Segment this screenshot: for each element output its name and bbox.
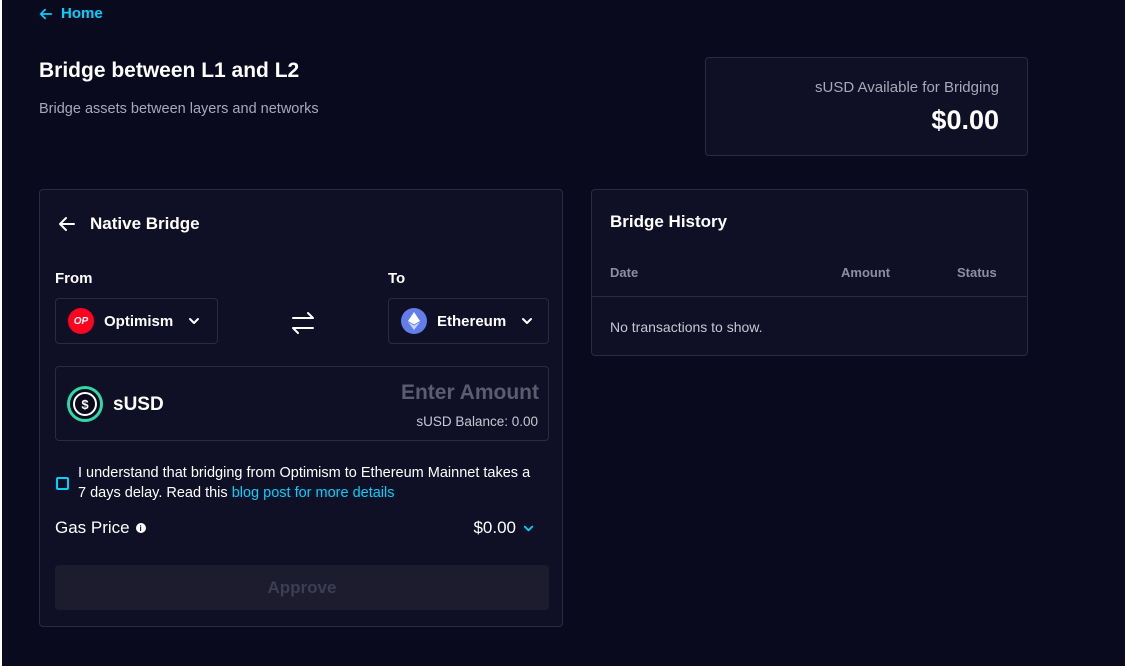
token-balance: sUSD Balance: 0.00 — [416, 414, 538, 429]
from-label: From — [55, 270, 93, 287]
history-empty-message: No transactions to show. — [610, 319, 763, 335]
arrow-left-icon — [39, 8, 53, 19]
app-root: Home Bridge between L1 and L2 Bridge ass… — [2, 0, 1125, 666]
back-button[interactable]: Native Bridge — [58, 214, 200, 234]
history-table-header: Date Amount Status — [592, 265, 1027, 297]
chevron-down-icon — [522, 318, 533, 324]
page-subtitle: Bridge assets between layers and network… — [39, 101, 319, 117]
column-amount: Amount — [841, 265, 891, 280]
gas-price-label-text: Gas Price — [55, 518, 130, 537]
page-title: Bridge between L1 and L2 — [39, 59, 300, 82]
bridge-title: Native Bridge — [90, 214, 200, 233]
column-date: Date — [610, 265, 639, 280]
history-title: Bridge History — [610, 212, 728, 231]
home-link[interactable]: Home — [39, 5, 103, 22]
blog-post-link[interactable]: blog post for more details — [232, 485, 395, 501]
amount-input[interactable] — [319, 381, 539, 405]
info-icon[interactable]: i — [135, 523, 146, 533]
susd-logo-icon: $ — [67, 386, 103, 422]
chevron-down-icon — [523, 525, 534, 531]
from-network-select[interactable]: OP Optimism — [55, 298, 218, 344]
gas-price-select[interactable]: $0.00 — [473, 518, 535, 538]
agreement-text: I understand that bridging from Optimism… — [78, 463, 538, 503]
amount-box: $ sUSD sUSD Balance: 0.00 — [55, 366, 549, 441]
ethereum-logo-icon — [401, 308, 427, 334]
available-balance-card: sUSD Available for Bridging $0.00 — [705, 57, 1028, 156]
column-status: Status — [957, 265, 997, 280]
optimism-logo-icon: OP — [68, 308, 94, 334]
available-value: $0.00 — [931, 105, 999, 135]
from-network-name: Optimism — [104, 312, 174, 330]
arrow-left-icon — [59, 217, 75, 231]
approve-button[interactable]: Approve — [55, 565, 549, 610]
agreement-checkbox[interactable] — [56, 477, 69, 490]
to-network-select[interactable]: Ethereum — [388, 298, 549, 344]
token-symbol: sUSD — [113, 394, 164, 415]
to-network-name: Ethereum — [437, 312, 507, 330]
gas-price-value: $0.00 — [473, 518, 516, 537]
swap-networks-icon[interactable] — [290, 310, 316, 336]
dollar-icon: $ — [73, 392, 97, 416]
bridge-card: Native Bridge From To OP Optimism Ethere… — [39, 189, 563, 627]
home-link-label: Home — [61, 5, 103, 22]
bridge-history-card: Bridge History Date Amount Status No tra… — [591, 189, 1028, 356]
gas-price-label: Gas Price i — [55, 518, 146, 538]
chevron-down-icon — [189, 318, 200, 324]
available-label: sUSD Available for Bridging — [815, 79, 999, 96]
to-label: To — [388, 270, 406, 287]
